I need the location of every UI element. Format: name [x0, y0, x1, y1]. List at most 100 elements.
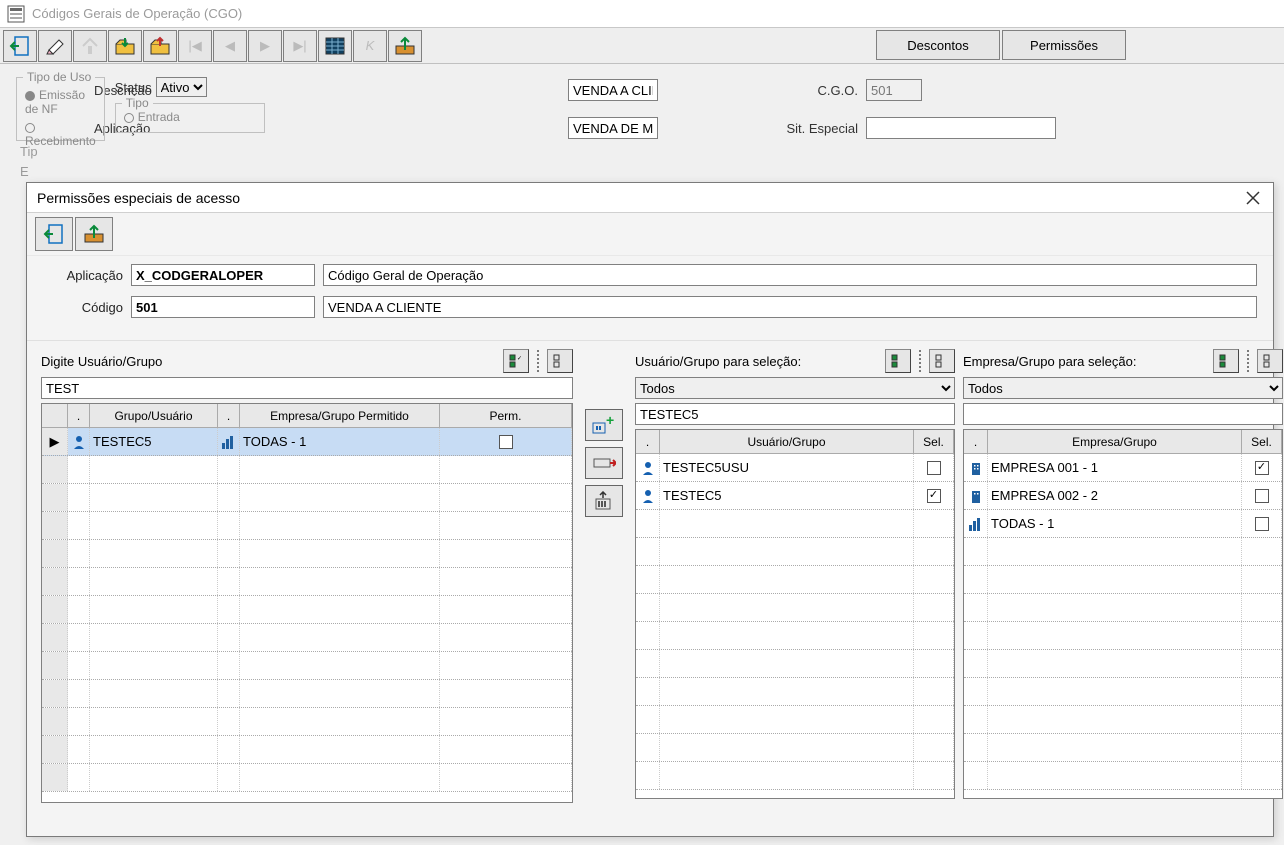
right-grid[interactable]: . Empresa/Grupo Sel. EMPRESA 001 - 1 EMP… [963, 429, 1283, 799]
cgo-input [866, 79, 922, 101]
toolbar-next-button[interactable]: ▶ [248, 30, 282, 62]
right-col-sel[interactable]: Sel. [1242, 430, 1282, 453]
mid-check-all-button[interactable] [885, 349, 911, 373]
toolbar-export-button[interactable] [388, 30, 422, 62]
left-grid[interactable]: . Grupo/Usuário . Empresa/Grupo Permitid… [41, 403, 573, 803]
left-col-icon2[interactable]: . [218, 404, 240, 427]
add-selection-button[interactable]: + [585, 409, 623, 441]
left-empty-row [42, 736, 572, 764]
modal-codigo-value[interactable] [131, 296, 315, 318]
left-row-0-usuario: TESTEC5 [93, 434, 152, 449]
remove-selection-button[interactable] [585, 447, 623, 479]
right-search-input[interactable] [963, 403, 1283, 425]
right-row-0-checkbox[interactable] [1255, 461, 1269, 475]
toolbar-save-button[interactable] [143, 30, 177, 62]
sit-especial-input[interactable] [866, 117, 1056, 139]
right-check-all-button[interactable] [1213, 349, 1239, 373]
status-label: Status [115, 80, 152, 95]
right-row-1[interactable]: EMPRESA 002 - 2 [964, 482, 1282, 510]
right-empty-row [964, 678, 1282, 706]
toolbar-exit-button[interactable] [3, 30, 37, 62]
right-row-1-name: EMPRESA 002 - 2 [991, 488, 1098, 503]
toolbar-grid-button[interactable] [318, 30, 352, 62]
toolbar-clear-button[interactable] [38, 30, 72, 62]
descontos-button[interactable]: Descontos [876, 30, 1000, 60]
right-row-0[interactable]: EMPRESA 001 - 1 [964, 454, 1282, 482]
mid-uncheck-all-button[interactable] [929, 349, 955, 373]
mid-row-0-checkbox[interactable] [927, 461, 941, 475]
left-col-empresa[interactable]: Empresa/Grupo Permitido [240, 404, 440, 427]
main-titlebar: Códigos Gerais de Operação (CGO) [0, 0, 1284, 28]
mid-empty-row [636, 650, 954, 678]
left-empty-row [42, 456, 572, 484]
right-empty-row [964, 622, 1282, 650]
toolbar-btn-3[interactable] [73, 30, 107, 62]
toolbar-open-button[interactable] [108, 30, 142, 62]
app-icon [6, 4, 26, 24]
left-row-0-perm-checkbox[interactable] [499, 435, 513, 449]
right-combo[interactable]: Todos [963, 377, 1283, 399]
right-row-1-checkbox[interactable] [1255, 489, 1269, 503]
tipo-de-uso-legend: Tipo de Uso [23, 70, 95, 84]
left-section-label: Digite Usuário/Grupo [41, 354, 497, 369]
modal-save-button[interactable] [75, 217, 113, 251]
descricao-input[interactable] [568, 79, 658, 101]
toolbar-first-button[interactable]: |◀ [178, 30, 212, 62]
left-row-0[interactable]: ▶ TESTEC5 TODAS - 1 [42, 428, 572, 456]
toolbar-btn-11[interactable]: K [353, 30, 387, 62]
modal-exit-button[interactable] [35, 217, 73, 251]
aplicacao-input[interactable] [568, 117, 658, 139]
modal-aplicacao-code[interactable] [131, 264, 315, 286]
right-col-icon[interactable]: . [964, 430, 988, 453]
close-icon[interactable] [1243, 188, 1263, 208]
right-row-2-checkbox[interactable] [1255, 517, 1269, 531]
right-row-2[interactable]: TODAS - 1 [964, 510, 1282, 538]
tipo-opt: Entrada [138, 110, 180, 124]
mid-empty-row [636, 510, 954, 538]
modal-aplicacao-desc[interactable] [323, 264, 1257, 286]
left-check-all-button[interactable]: ✓ [503, 349, 529, 373]
left-col-grupo[interactable]: Grupo/Usuário [90, 404, 218, 427]
right-col-name[interactable]: Empresa/Grupo [988, 430, 1242, 453]
left-col-icon1[interactable]: . [68, 404, 90, 427]
apply-all-button[interactable] [585, 485, 623, 517]
modal-codigo-desc[interactable] [323, 296, 1257, 318]
right-row-0-name: EMPRESA 001 - 1 [991, 460, 1098, 475]
radio-emissao[interactable] [25, 91, 35, 101]
mid-row-1[interactable]: TESTEC5 [636, 482, 954, 510]
modal-codigo-label: Código [43, 300, 123, 315]
radio-recebimento[interactable] [25, 123, 35, 133]
left-empty-row [42, 764, 572, 792]
toolbar-prev-button[interactable]: ◀ [213, 30, 247, 62]
mid-row-1-name: TESTEC5 [663, 488, 722, 503]
mid-grid[interactable]: . Usuário/Grupo Sel. TESTEC5USU TESTEC5 [635, 429, 955, 799]
mid-row-0[interactable]: TESTEC5USU [636, 454, 954, 482]
toolbar-last-button[interactable]: ▶| [283, 30, 317, 62]
left-empty-row [42, 708, 572, 736]
right-uncheck-all-button[interactable] [1257, 349, 1283, 373]
mid-col-name[interactable]: Usuário/Grupo [660, 430, 914, 453]
permissoes-button[interactable]: Permissões [1002, 30, 1126, 60]
left-filter-input[interactable] [41, 377, 573, 399]
left-col-perm[interactable]: Perm. [440, 404, 572, 427]
bars-icon [221, 435, 236, 449]
mid-col-icon[interactable]: . [636, 430, 660, 453]
svg-text:✓: ✓ [517, 356, 522, 362]
modal-aplicacao-label: Aplicação [43, 268, 123, 283]
mid-empty-row [636, 734, 954, 762]
status-select[interactable]: Ativo [156, 77, 207, 97]
mid-search-input[interactable] [635, 403, 955, 425]
main-toolbar: |◀ ◀ ▶ ▶| K Descontos Permissões [0, 28, 1284, 64]
modal-header: Aplicação Código [27, 256, 1273, 341]
mid-row-1-checkbox[interactable] [927, 489, 941, 503]
permissoes-modal: Permissões especiais de acesso Aplicação… [26, 182, 1274, 837]
building-icon [969, 489, 983, 503]
radio-entrada[interactable] [124, 113, 134, 123]
mid-col-sel[interactable]: Sel. [914, 430, 954, 453]
right-panel: Empresa/Grupo para seleção: Todos . Empr… [963, 349, 1283, 803]
left-uncheck-all-button[interactable] [547, 349, 573, 373]
permissoes-label: Permissões [1030, 38, 1098, 53]
mid-combo[interactable]: Todos [635, 377, 955, 399]
modal-title-text: Permissões especiais de acesso [37, 190, 240, 206]
left-empty-row [42, 596, 572, 624]
